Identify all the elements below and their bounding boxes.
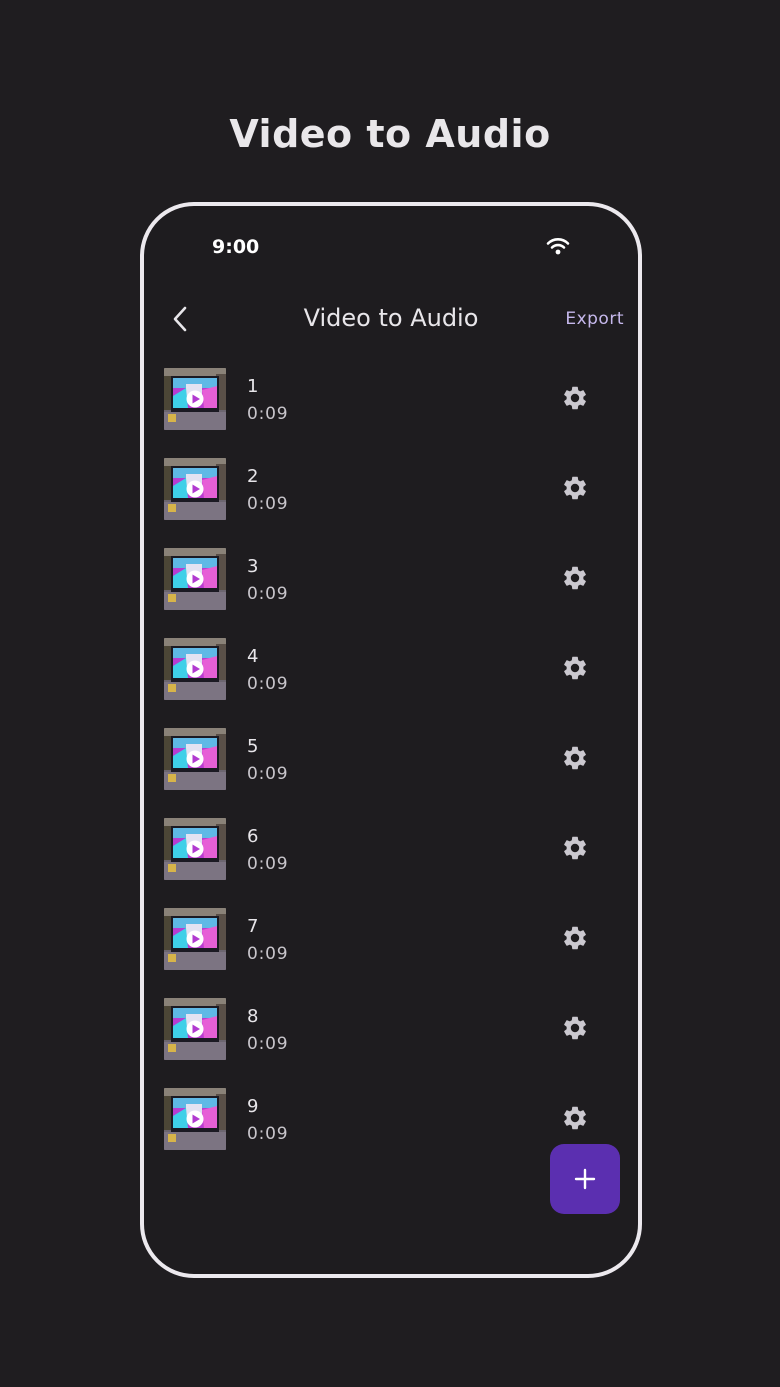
promo-page: Video to Audio 9:00 Video to Audio Expor… — [0, 0, 780, 1387]
video-title: 9 — [247, 1096, 259, 1117]
play-icon — [186, 390, 204, 408]
play-icon — [186, 480, 204, 498]
play-icon — [186, 570, 204, 588]
video-list-item[interactable]: 8 0:09 — [144, 996, 638, 1086]
gear-icon[interactable] — [561, 564, 589, 592]
video-thumbnail[interactable] — [164, 458, 226, 520]
play-icon — [186, 1020, 204, 1038]
gear-icon[interactable] — [561, 474, 589, 502]
video-thumbnail[interactable] — [164, 728, 226, 790]
video-title: 8 — [247, 1006, 259, 1027]
screen-title: Video to Audio — [303, 304, 479, 332]
video-list-item[interactable]: 3 0:09 — [144, 546, 638, 636]
gear-icon[interactable] — [561, 654, 589, 682]
chevron-left-icon[interactable] — [166, 304, 196, 334]
video-title: 6 — [247, 826, 259, 847]
video-duration: 0:09 — [247, 944, 289, 964]
video-duration: 0:09 — [247, 854, 289, 874]
video-title: 2 — [247, 466, 259, 487]
play-icon — [186, 1110, 204, 1128]
export-button[interactable]: Export — [565, 309, 624, 329]
gear-icon[interactable] — [561, 924, 589, 952]
video-duration: 0:09 — [247, 584, 289, 604]
video-thumbnail[interactable] — [164, 638, 226, 700]
play-icon — [186, 930, 204, 948]
video-thumbnail[interactable] — [164, 908, 226, 970]
plus-icon — [574, 1168, 596, 1190]
video-title: 7 — [247, 916, 259, 937]
video-list-item[interactable]: 1 0:09 — [144, 366, 638, 456]
video-title: 5 — [247, 736, 259, 757]
gear-icon[interactable] — [561, 1014, 589, 1042]
video-duration: 0:09 — [247, 674, 289, 694]
wifi-icon — [546, 238, 570, 255]
play-icon — [186, 750, 204, 768]
video-thumbnail[interactable] — [164, 548, 226, 610]
app-bar: Video to Audio Export — [144, 294, 638, 344]
gear-icon[interactable] — [561, 744, 589, 772]
gear-icon[interactable] — [561, 384, 589, 412]
video-list-item[interactable]: 6 0:09 — [144, 816, 638, 906]
video-thumbnail[interactable] — [164, 1088, 226, 1150]
video-list-item[interactable]: 5 0:09 — [144, 726, 638, 816]
video-thumbnail[interactable] — [164, 368, 226, 430]
video-list-item[interactable]: 2 0:09 — [144, 456, 638, 546]
add-video-button[interactable] — [550, 1144, 620, 1214]
video-list: 1 0:09 2 0:09 3 0:09 4 0:09 5 0:09 6 0:0… — [144, 366, 638, 1176]
gear-icon[interactable] — [561, 834, 589, 862]
video-duration: 0:09 — [247, 1124, 289, 1144]
video-title: 4 — [247, 646, 259, 667]
play-icon — [186, 840, 204, 858]
video-list-item[interactable]: 7 0:09 — [144, 906, 638, 996]
video-title: 3 — [247, 556, 259, 577]
video-thumbnail[interactable] — [164, 998, 226, 1060]
gear-icon[interactable] — [561, 1104, 589, 1132]
promo-title: Video to Audio — [229, 112, 551, 156]
video-duration: 0:09 — [247, 494, 289, 514]
video-list-item[interactable]: 4 0:09 — [144, 636, 638, 726]
video-duration: 0:09 — [247, 1034, 289, 1054]
status-time: 9:00 — [212, 236, 260, 258]
video-duration: 0:09 — [247, 764, 289, 784]
video-thumbnail[interactable] — [164, 818, 226, 880]
video-duration: 0:09 — [247, 404, 289, 424]
phone-frame: 9:00 Video to Audio Export 1 0:09 2 0:09… — [140, 202, 642, 1278]
play-icon — [186, 660, 204, 678]
video-title: 1 — [247, 376, 259, 397]
